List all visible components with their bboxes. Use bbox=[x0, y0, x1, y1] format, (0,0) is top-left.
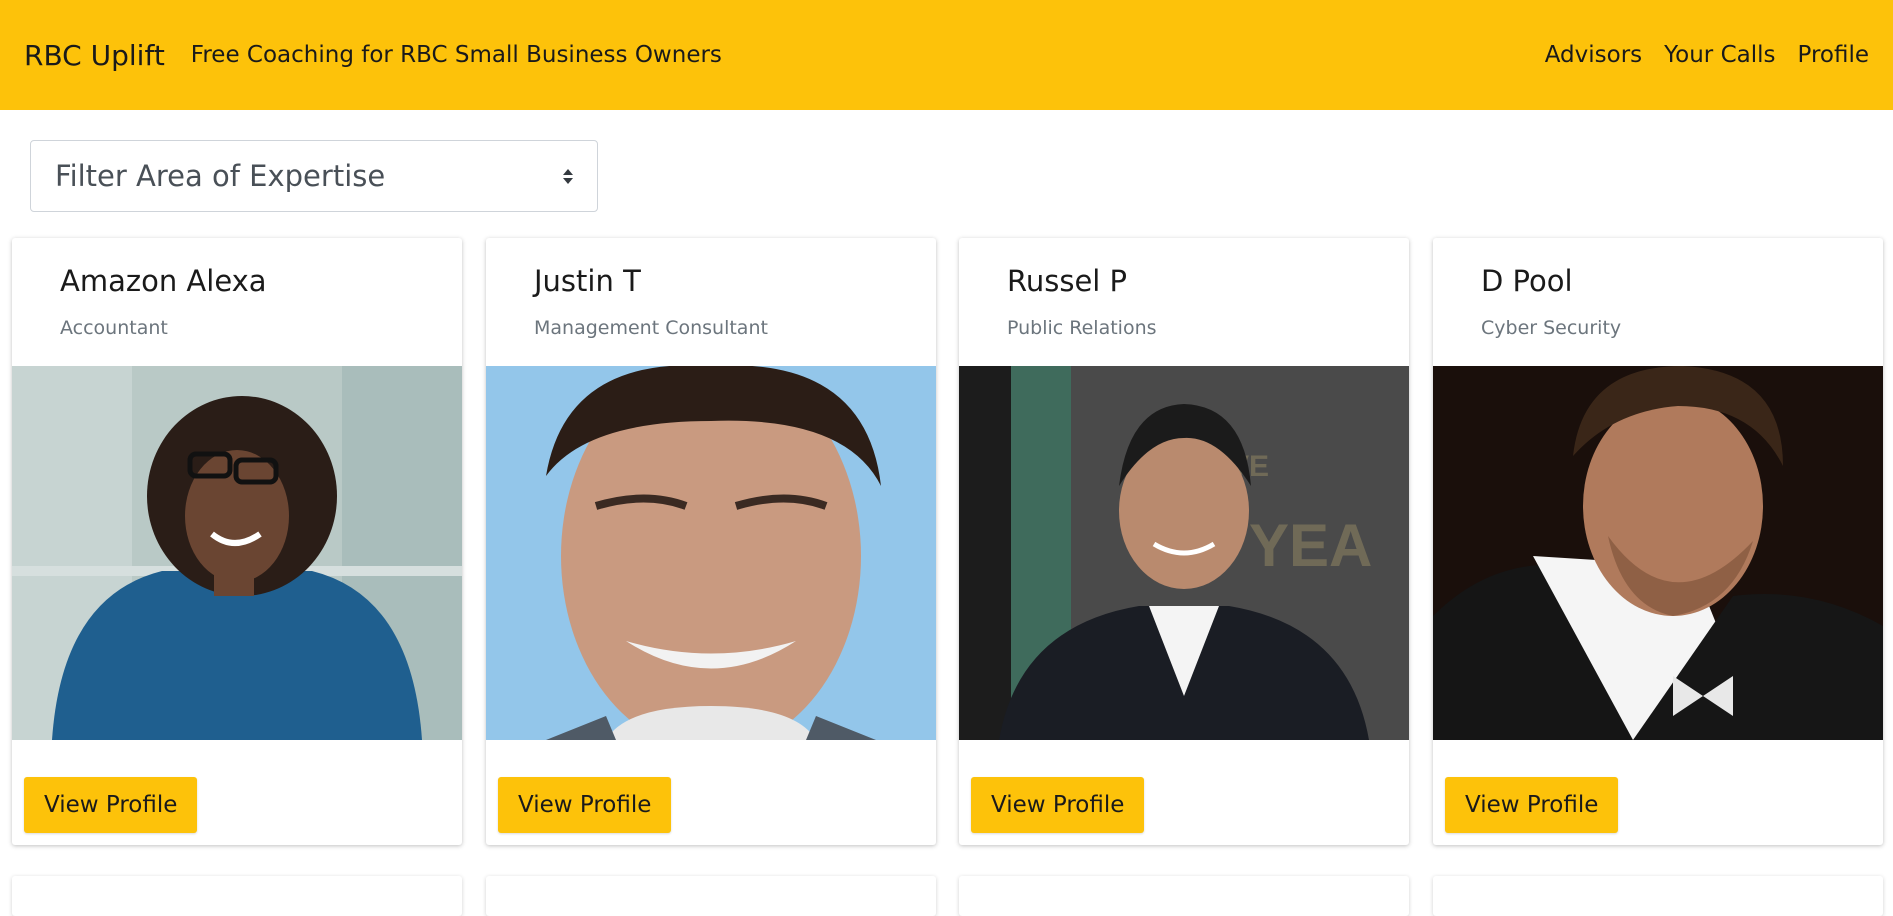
advisor-photo: EVE YEA bbox=[959, 366, 1409, 740]
svg-text:YEA: YEA bbox=[1249, 512, 1372, 579]
filter-label: Filter Area of Expertise bbox=[55, 159, 386, 193]
top-navbar: RBC Uplift Free Coaching for RBC Small B… bbox=[0, 0, 1893, 110]
view-profile-button[interactable]: View Profile bbox=[971, 777, 1145, 833]
advisor-role: Management Consultant bbox=[534, 317, 768, 339]
nav-your-calls[interactable]: Your Calls bbox=[1664, 42, 1775, 68]
advisor-card-partial bbox=[12, 876, 462, 916]
tagline: Free Coaching for RBC Small Business Own… bbox=[190, 42, 722, 68]
advisor-name: Russel P bbox=[1007, 264, 1128, 298]
nav-profile[interactable]: Profile bbox=[1797, 42, 1869, 68]
advisor-card: Amazon Alexa Accountant View Profile bbox=[12, 238, 462, 845]
advisor-photo bbox=[486, 366, 936, 740]
advisor-card-partial bbox=[486, 876, 936, 916]
advisor-role: Accountant bbox=[60, 317, 168, 339]
advisor-card: Russel P Public Relations EVE YEA View P… bbox=[959, 238, 1409, 845]
advisor-photo bbox=[1433, 366, 1883, 740]
advisor-name: Justin T bbox=[534, 264, 641, 298]
expertise-filter-select[interactable]: Filter Area of Expertise bbox=[30, 140, 598, 212]
advisor-card: D Pool Cyber Security View Profile bbox=[1433, 238, 1883, 845]
advisor-card-partial bbox=[1433, 876, 1883, 916]
advisor-photo bbox=[12, 366, 462, 740]
advisor-name: Amazon Alexa bbox=[60, 264, 267, 298]
view-profile-button[interactable]: View Profile bbox=[498, 777, 672, 833]
advisor-role: Cyber Security bbox=[1481, 317, 1622, 339]
nav-links: Advisors Your Calls Profile bbox=[1523, 42, 1869, 68]
brand-logo[interactable]: RBC Uplift bbox=[24, 39, 165, 72]
advisor-name: D Pool bbox=[1481, 264, 1573, 298]
nav-advisors[interactable]: Advisors bbox=[1545, 42, 1642, 68]
advisor-role: Public Relations bbox=[1007, 317, 1157, 339]
view-profile-button[interactable]: View Profile bbox=[24, 777, 198, 833]
select-arrows-icon bbox=[563, 168, 573, 184]
advisor-card: Justin T Management Consultant View Prof… bbox=[486, 238, 936, 845]
advisor-card-partial bbox=[959, 876, 1409, 916]
view-profile-button[interactable]: View Profile bbox=[1445, 777, 1619, 833]
